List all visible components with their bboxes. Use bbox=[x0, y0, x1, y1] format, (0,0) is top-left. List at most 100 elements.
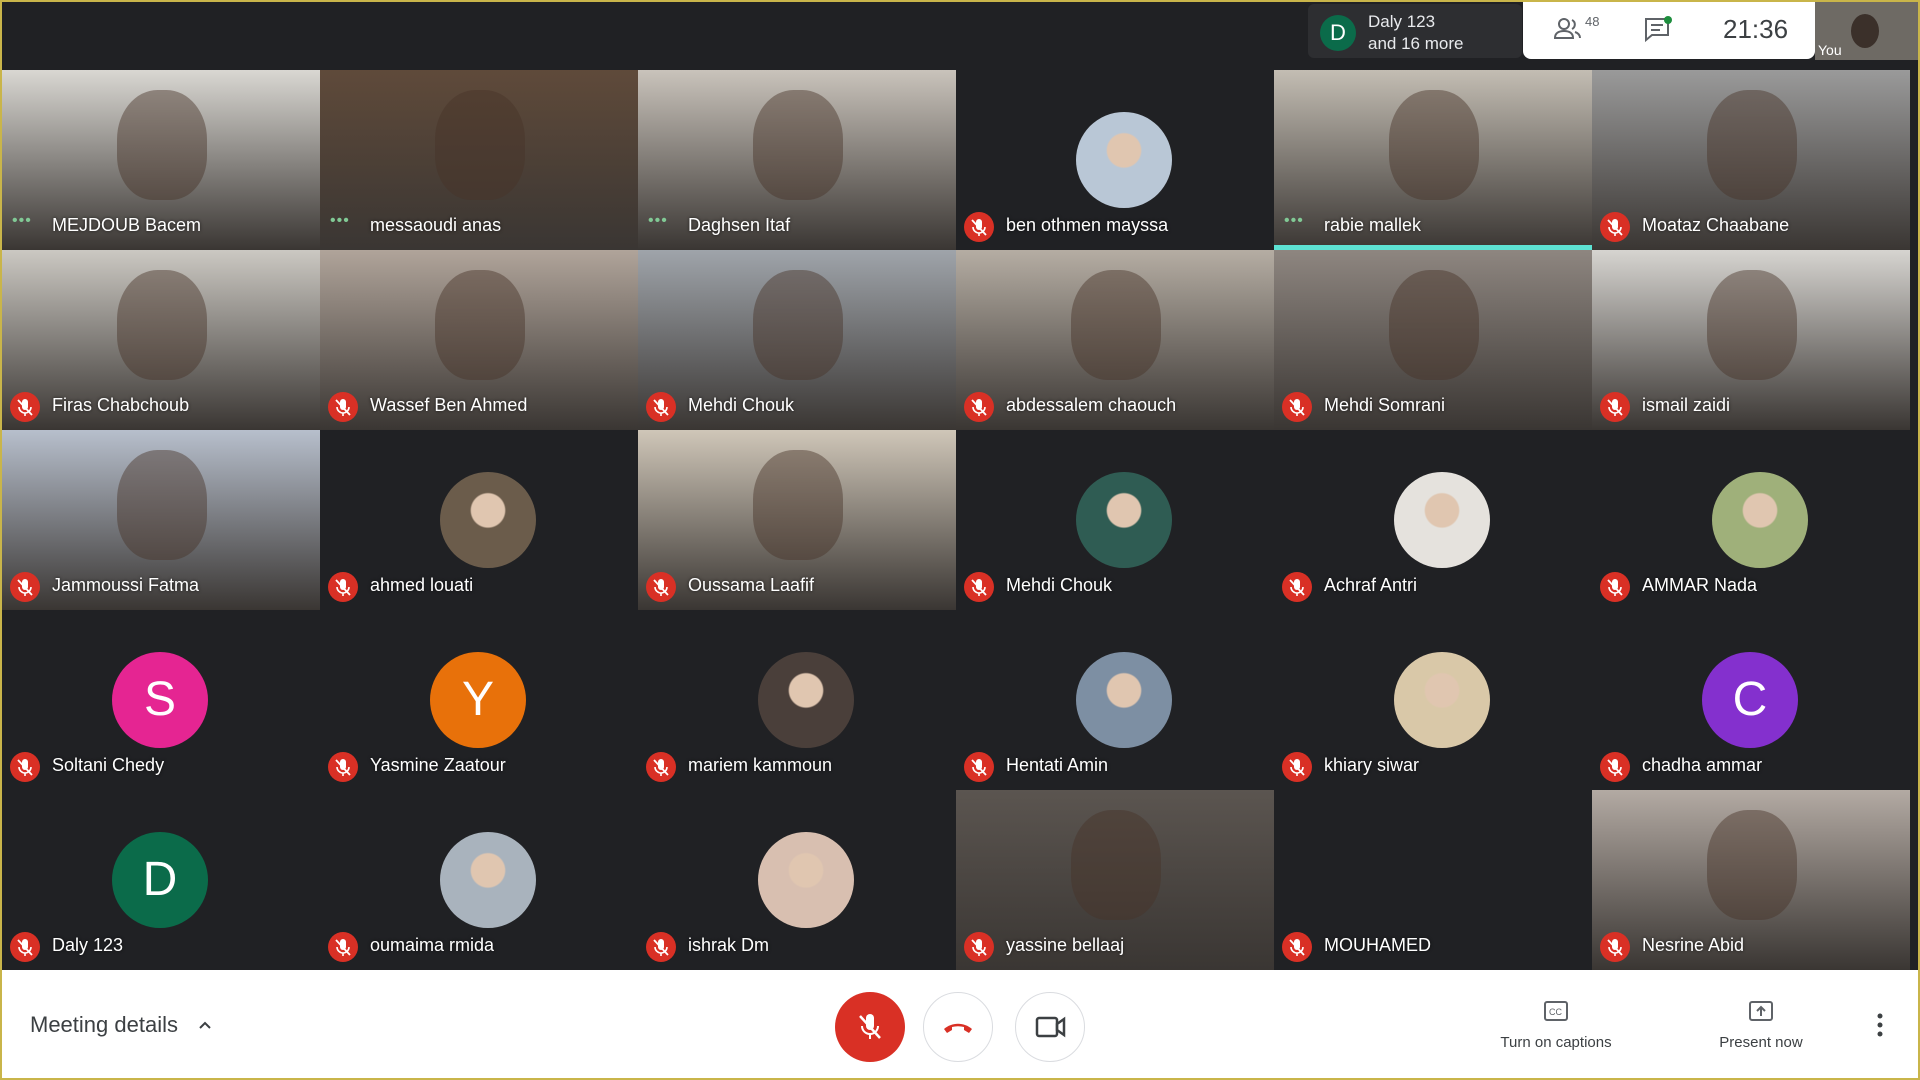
participant-silhouette bbox=[117, 270, 207, 380]
clock: 21:36 bbox=[1723, 14, 1789, 44]
mic-off-icon bbox=[646, 392, 676, 422]
participant-name: khiary siwar bbox=[1324, 755, 1420, 775]
self-video bbox=[1851, 14, 1879, 48]
people-icon bbox=[1553, 18, 1581, 39]
audio-indicator-icon: ••• bbox=[330, 212, 350, 229]
bottom-bar: Meeting details CC Turn on captions Pres… bbox=[0, 970, 1920, 1080]
participant-tile[interactable]: S Soltani Chedy bbox=[2, 610, 320, 790]
participant-name: abdessalem chaouch bbox=[1006, 395, 1177, 415]
participant-name: AMMAR Nada bbox=[1642, 575, 1758, 595]
participant-silhouette bbox=[1071, 270, 1161, 380]
present-now-button[interactable]: Present now bbox=[1696, 1000, 1826, 1051]
participant-video bbox=[1592, 790, 1910, 970]
participant-name: mariem kammoun bbox=[688, 755, 833, 775]
participant-tile[interactable]: ishrak Dm bbox=[638, 790, 956, 970]
participant-tile[interactable]: Mehdi Chouk bbox=[956, 430, 1274, 610]
participant-silhouette bbox=[435, 90, 525, 200]
chat-button[interactable] bbox=[1643, 16, 1673, 44]
mic-off-icon bbox=[1600, 932, 1630, 962]
mic-off-icon bbox=[1600, 392, 1630, 422]
presenter-indicator[interactable]: D Daly 123 and 16 more bbox=[1308, 4, 1522, 58]
avatar bbox=[758, 652, 854, 748]
svg-text:CC: CC bbox=[1549, 1007, 1562, 1017]
participant-tile[interactable]: AMMAR Nada bbox=[1592, 430, 1910, 610]
avatar bbox=[1076, 112, 1172, 208]
participant-tile[interactable]: ben othmen mayssa bbox=[956, 70, 1274, 250]
participant-silhouette bbox=[1707, 270, 1797, 380]
participant-silhouette bbox=[435, 270, 525, 380]
participant-tile[interactable]: oumaima rmida bbox=[320, 790, 638, 970]
participant-silhouette bbox=[1707, 810, 1797, 920]
mic-off-icon bbox=[1282, 932, 1312, 962]
mic-off-icon bbox=[1282, 572, 1312, 602]
participant-name: Yasmine Zaatour bbox=[370, 755, 506, 775]
present-icon bbox=[1749, 1001, 1773, 1021]
participant-tile[interactable]: abdessalem chaouch bbox=[956, 250, 1274, 430]
participant-silhouette bbox=[117, 90, 207, 200]
participant-tile[interactable]: Mehdi Somrani bbox=[1274, 250, 1592, 430]
presence-more: and 16 more bbox=[1368, 34, 1464, 53]
participant-name: Mehdi Chouk bbox=[1006, 575, 1113, 595]
participant-name: Oussama Laafif bbox=[688, 575, 815, 595]
participant-tile[interactable]: Y Yasmine Zaatour bbox=[320, 610, 638, 790]
participant-tile[interactable]: mariem kammoun bbox=[638, 610, 956, 790]
participant-tile[interactable]: ••• messaoudi anas bbox=[320, 70, 638, 250]
participant-tile[interactable]: khiary siwar bbox=[1274, 610, 1592, 790]
people-button[interactable]: 48 bbox=[1553, 14, 1603, 44]
avatar bbox=[1394, 472, 1490, 568]
participant-tile[interactable]: ••• Daghsen Itaf bbox=[638, 70, 956, 250]
participant-tile[interactable]: ••• MEJDOUB Bacem bbox=[2, 70, 320, 250]
participant-tile[interactable]: Moataz Chaabane bbox=[1592, 70, 1910, 250]
captions-button[interactable]: CC Turn on captions bbox=[1486, 1000, 1626, 1051]
closed-captions-icon: CC bbox=[1544, 1001, 1568, 1021]
avatar bbox=[1712, 472, 1808, 568]
mic-off-icon bbox=[10, 752, 40, 782]
mic-off-icon bbox=[964, 752, 994, 782]
participant-name: messaoudi anas bbox=[370, 215, 502, 235]
participant-name: Mehdi Chouk bbox=[688, 395, 795, 415]
participant-name: Hentati Amin bbox=[1006, 755, 1109, 775]
leave-call-button[interactable] bbox=[923, 992, 993, 1062]
participant-tile[interactable]: Oussama Laafif bbox=[638, 430, 956, 610]
participant-tile[interactable]: Achraf Antri bbox=[1274, 430, 1592, 610]
participant-tile[interactable]: ahmed louati bbox=[320, 430, 638, 610]
participant-tile[interactable]: ismail zaidi bbox=[1592, 250, 1910, 430]
participant-tile[interactable]: ••• rabie mallek bbox=[1274, 70, 1592, 250]
participant-name: ishrak Dm bbox=[688, 935, 770, 955]
more-options-icon[interactable] bbox=[1876, 1012, 1884, 1038]
participant-silhouette bbox=[1071, 810, 1161, 920]
mic-toggle-button[interactable] bbox=[835, 992, 905, 1062]
avatar: D bbox=[112, 832, 208, 928]
participant-tile[interactable]: Nesrine Abid bbox=[1592, 790, 1910, 970]
camera-toggle-button[interactable] bbox=[1015, 992, 1085, 1062]
participant-name: Wassef Ben Ahmed bbox=[370, 395, 528, 415]
participant-tile[interactable]: yassine bellaaj bbox=[956, 790, 1274, 970]
audio-indicator-icon: ••• bbox=[12, 212, 32, 229]
participant-tile[interactable]: D Daly 123 bbox=[2, 790, 320, 970]
mic-off-icon bbox=[964, 932, 994, 962]
participant-tile[interactable]: MOUHAMED bbox=[1274, 790, 1592, 970]
self-label: You bbox=[1818, 42, 1842, 58]
presence-name: Daly 123 bbox=[1368, 12, 1436, 31]
avatar: S bbox=[112, 652, 208, 748]
participant-tile[interactable]: Cchadha ammar bbox=[1592, 610, 1910, 790]
meeting-details-button[interactable]: Meeting details bbox=[30, 1012, 178, 1038]
participant-tile[interactable]: Jammoussi Fatma bbox=[2, 430, 320, 610]
mic-off-icon bbox=[964, 392, 994, 422]
participant-grid: ••• MEJDOUB Bacem ••• messaoudi anas ••• Dagh… bbox=[2, 70, 1910, 970]
avatar bbox=[1394, 652, 1490, 748]
participant-tile[interactable]: Hentati Amin bbox=[956, 610, 1274, 790]
mic-off-icon bbox=[1600, 212, 1630, 242]
mic-off-icon bbox=[859, 1014, 881, 1039]
avatar bbox=[440, 832, 536, 928]
participant-video bbox=[1592, 250, 1910, 430]
chevron-up-icon[interactable] bbox=[198, 1018, 212, 1032]
participant-tile[interactable]: Mehdi Chouk bbox=[638, 250, 956, 430]
participant-tile[interactable]: Wassef Ben Ahmed bbox=[320, 250, 638, 430]
participant-tile[interactable]: Firas Chabchoub bbox=[2, 250, 320, 430]
participant-name: yassine bellaaj bbox=[1006, 935, 1125, 955]
self-view[interactable]: You bbox=[1815, 0, 1918, 60]
mic-off-icon bbox=[10, 392, 40, 422]
mic-off-icon bbox=[328, 572, 358, 602]
participant-silhouette bbox=[1707, 90, 1797, 200]
